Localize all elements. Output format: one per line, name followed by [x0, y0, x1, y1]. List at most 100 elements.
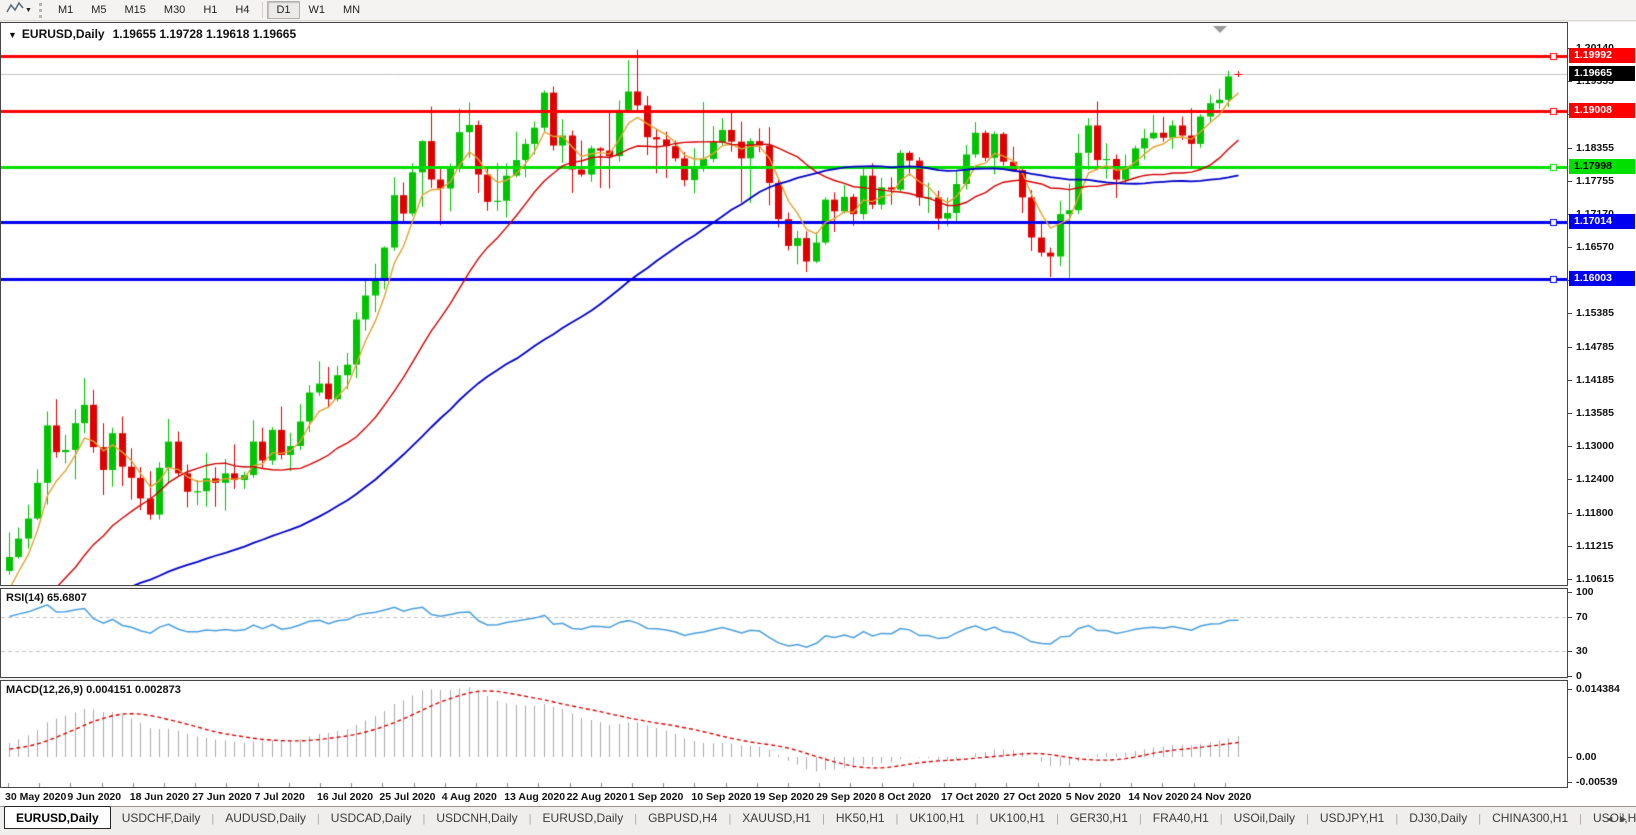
hline-price-badge: 1.17014: [1569, 214, 1635, 230]
chart-tab-eurusd-daily[interactable]: EURUSD,Daily: [4, 806, 111, 829]
hline-price-badge: 1.17998: [1569, 159, 1635, 175]
current-price-badge: 1.19665: [1569, 66, 1635, 82]
main-chart-canvas[interactable]: [1, 23, 1567, 585]
date-axis-label: 13 Aug 2020: [504, 791, 566, 803]
tick-text: 70: [1576, 611, 1588, 624]
tick-dash: [1568, 617, 1572, 619]
tick-dash: [1568, 446, 1572, 448]
tick-text: 1.18355: [1576, 141, 1614, 154]
date-axis-label: 4 Aug 2020: [441, 791, 497, 803]
collapse-triangle-icon[interactable]: ▼: [8, 30, 17, 40]
tick-text: 1.16570: [1576, 241, 1614, 254]
chart-symbol-label: EURUSD,Daily: [21, 27, 105, 41]
tick-dash: [1568, 147, 1572, 149]
date-axis-label: 19 Sep 2020: [753, 791, 814, 803]
chart-tab-usdcad-daily[interactable]: USDCAD,Daily: [320, 807, 423, 829]
tick-dash: [1568, 413, 1572, 415]
tick-dash: [1568, 592, 1572, 593]
chart-tab-gbpusd-h4[interactable]: GBPUSD,H4: [637, 807, 728, 829]
chart-tab-usdcnh-daily[interactable]: USDCNH,Daily: [425, 807, 528, 829]
date-axis-label: 25 Jul 2020: [379, 791, 436, 803]
rsi-canvas[interactable]: [1, 589, 1567, 677]
tick-text: 1.11215: [1576, 539, 1614, 552]
rsi-axis-label: 0: [1568, 669, 1636, 683]
tick-dash: [1568, 479, 1572, 481]
chart-tab-ger30-h1[interactable]: GER30,H1: [1059, 807, 1139, 829]
rsi-axis-label: 70: [1568, 610, 1636, 624]
tick-dash: [1568, 180, 1572, 182]
date-axis-label: 24 Nov 2020: [1190, 791, 1252, 803]
chart-tab-usoil-daily[interactable]: USOil,Daily: [1223, 807, 1306, 829]
tick-text: 1.10615: [1576, 572, 1614, 585]
price-axis-label: 1.11800: [1568, 506, 1636, 520]
macd-canvas[interactable]: [1, 681, 1567, 787]
chart-tab-uk100-h1[interactable]: UK100,H1: [979, 807, 1056, 829]
date-axis-label: 27 Oct 2020: [1003, 791, 1062, 803]
timeframe-button-h4[interactable]: H4: [226, 1, 258, 19]
macd-axis-label: 0.00: [1568, 750, 1636, 764]
chart-tab-dj30-daily[interactable]: DJ30,Daily: [1398, 807, 1478, 829]
tab-scroll-right-icon[interactable]: ►: [1619, 814, 1628, 824]
rsi-label: RSI(14) 65.6807: [6, 592, 87, 604]
tick-text: 0.00: [1576, 751, 1597, 763]
timeframe-button-group: M1 M5 M15 M30 H1 H4 D1 W1 MN: [49, 1, 369, 19]
toolbar-grip[interactable]: [38, 2, 43, 18]
price-axis-label: 1.12400: [1568, 472, 1636, 486]
chart-tab-china300-h1[interactable]: CHINA300,H1: [1481, 807, 1579, 829]
timeframe-button-mn[interactable]: MN: [334, 1, 369, 19]
tick-text: 1.13000: [1576, 440, 1614, 453]
tick-text: 1.14185: [1576, 373, 1614, 386]
timeframe-button-m1[interactable]: M1: [49, 1, 82, 19]
chart-tab-usdjpy-h1[interactable]: USDJPY,H1: [1309, 807, 1395, 829]
chart-tabs: EURUSD,Daily USDCHF,Daily | AUDUSD,Daily | US…: [4, 806, 1636, 829]
price-axis-label: 1.18355: [1568, 141, 1636, 155]
price-axis-label: 1.13000: [1568, 439, 1636, 453]
main-chart-panel: ▼ EURUSD,Daily 1.19655 1.19728 1.19618 1.1…: [0, 22, 1568, 586]
chart-tab-bar: EURUSD,Daily USDCHF,Daily | AUDUSD,Daily | US…: [0, 806, 1636, 835]
rsi-axis-label: 100: [1568, 585, 1636, 599]
macd-label: MACD(12,26,9) 0.004151 0.002873: [6, 684, 181, 696]
date-axis-label: 8 Oct 2020: [878, 791, 932, 803]
hline-price-badge: 1.16003: [1569, 270, 1635, 286]
price-axis-label: 1.16570: [1568, 240, 1636, 254]
timeframe-button-m5[interactable]: M5: [82, 1, 115, 19]
tick-text: 0: [1576, 670, 1582, 682]
date-axis-label: 18 Jun 2020: [129, 791, 190, 803]
date-axis-label: 7 Jul 2020: [254, 791, 305, 803]
timeframe-button-w1[interactable]: W1: [300, 1, 335, 19]
timeframe-button-h1[interactable]: H1: [194, 1, 226, 19]
tick-dash: [1568, 313, 1572, 315]
date-axis-label: 22 Aug 2020: [566, 791, 628, 803]
chart-tab-uk100-h1[interactable]: UK100,H1: [898, 807, 975, 829]
chart-tab-hk50-h1[interactable]: HK50,H1: [825, 807, 896, 829]
tick-text: 0.014384: [1576, 683, 1620, 695]
chart-tab-xauusd-h1[interactable]: XAUUSD,H1: [731, 807, 822, 829]
tick-text: 1.15385: [1576, 307, 1614, 320]
chart-tab-fra40-h1[interactable]: FRA40,H1: [1142, 807, 1220, 829]
tick-dash: [1568, 512, 1572, 514]
date-axis-label: 9 Jun 2020: [67, 791, 122, 803]
price-axis-label: 1.15385: [1568, 306, 1636, 320]
timeframe-button-d1[interactable]: D1: [267, 1, 300, 19]
tab-scroll-left-icon[interactable]: ◄: [1605, 814, 1614, 824]
tick-dash: [1568, 578, 1572, 580]
price-axis-label: 1.10615: [1568, 572, 1636, 586]
chart-tab-audusd-daily[interactable]: AUDUSD,Daily: [214, 807, 317, 829]
timeframe-button-m15[interactable]: M15: [116, 1, 155, 19]
price-axis-label: 1.14785: [1568, 340, 1636, 354]
date-axis-label: 1 Sep 2020: [629, 791, 684, 803]
chart-tool-button[interactable]: ▼: [3, 1, 35, 20]
tick-dash: [1568, 650, 1572, 652]
chart-tab-usdchf-daily[interactable]: USDCHF,Daily: [111, 807, 212, 829]
hline-price-badge: 1.19992: [1569, 48, 1635, 64]
chevron-down-icon[interactable]: ▼: [25, 7, 32, 14]
price-axis[interactable]: 1.201401.195551.189551.183551.177551.171…: [1568, 22, 1636, 788]
tick-text: 1.13585: [1576, 407, 1614, 420]
chart-tab-eurusd-daily[interactable]: EURUSD,Daily: [532, 807, 635, 829]
timeframe-button-m30[interactable]: M30: [155, 1, 194, 19]
price-axis-label: 1.13585: [1568, 406, 1636, 420]
date-axis-label: 30 May 2020: [5, 791, 67, 803]
tick-dash: [1568, 545, 1572, 547]
date-axis[interactable]: 30 May 2020 9 Jun 2020 18 Jun 2020 27 Jun 2…: [0, 788, 1636, 806]
tick-dash: [1568, 782, 1572, 784]
